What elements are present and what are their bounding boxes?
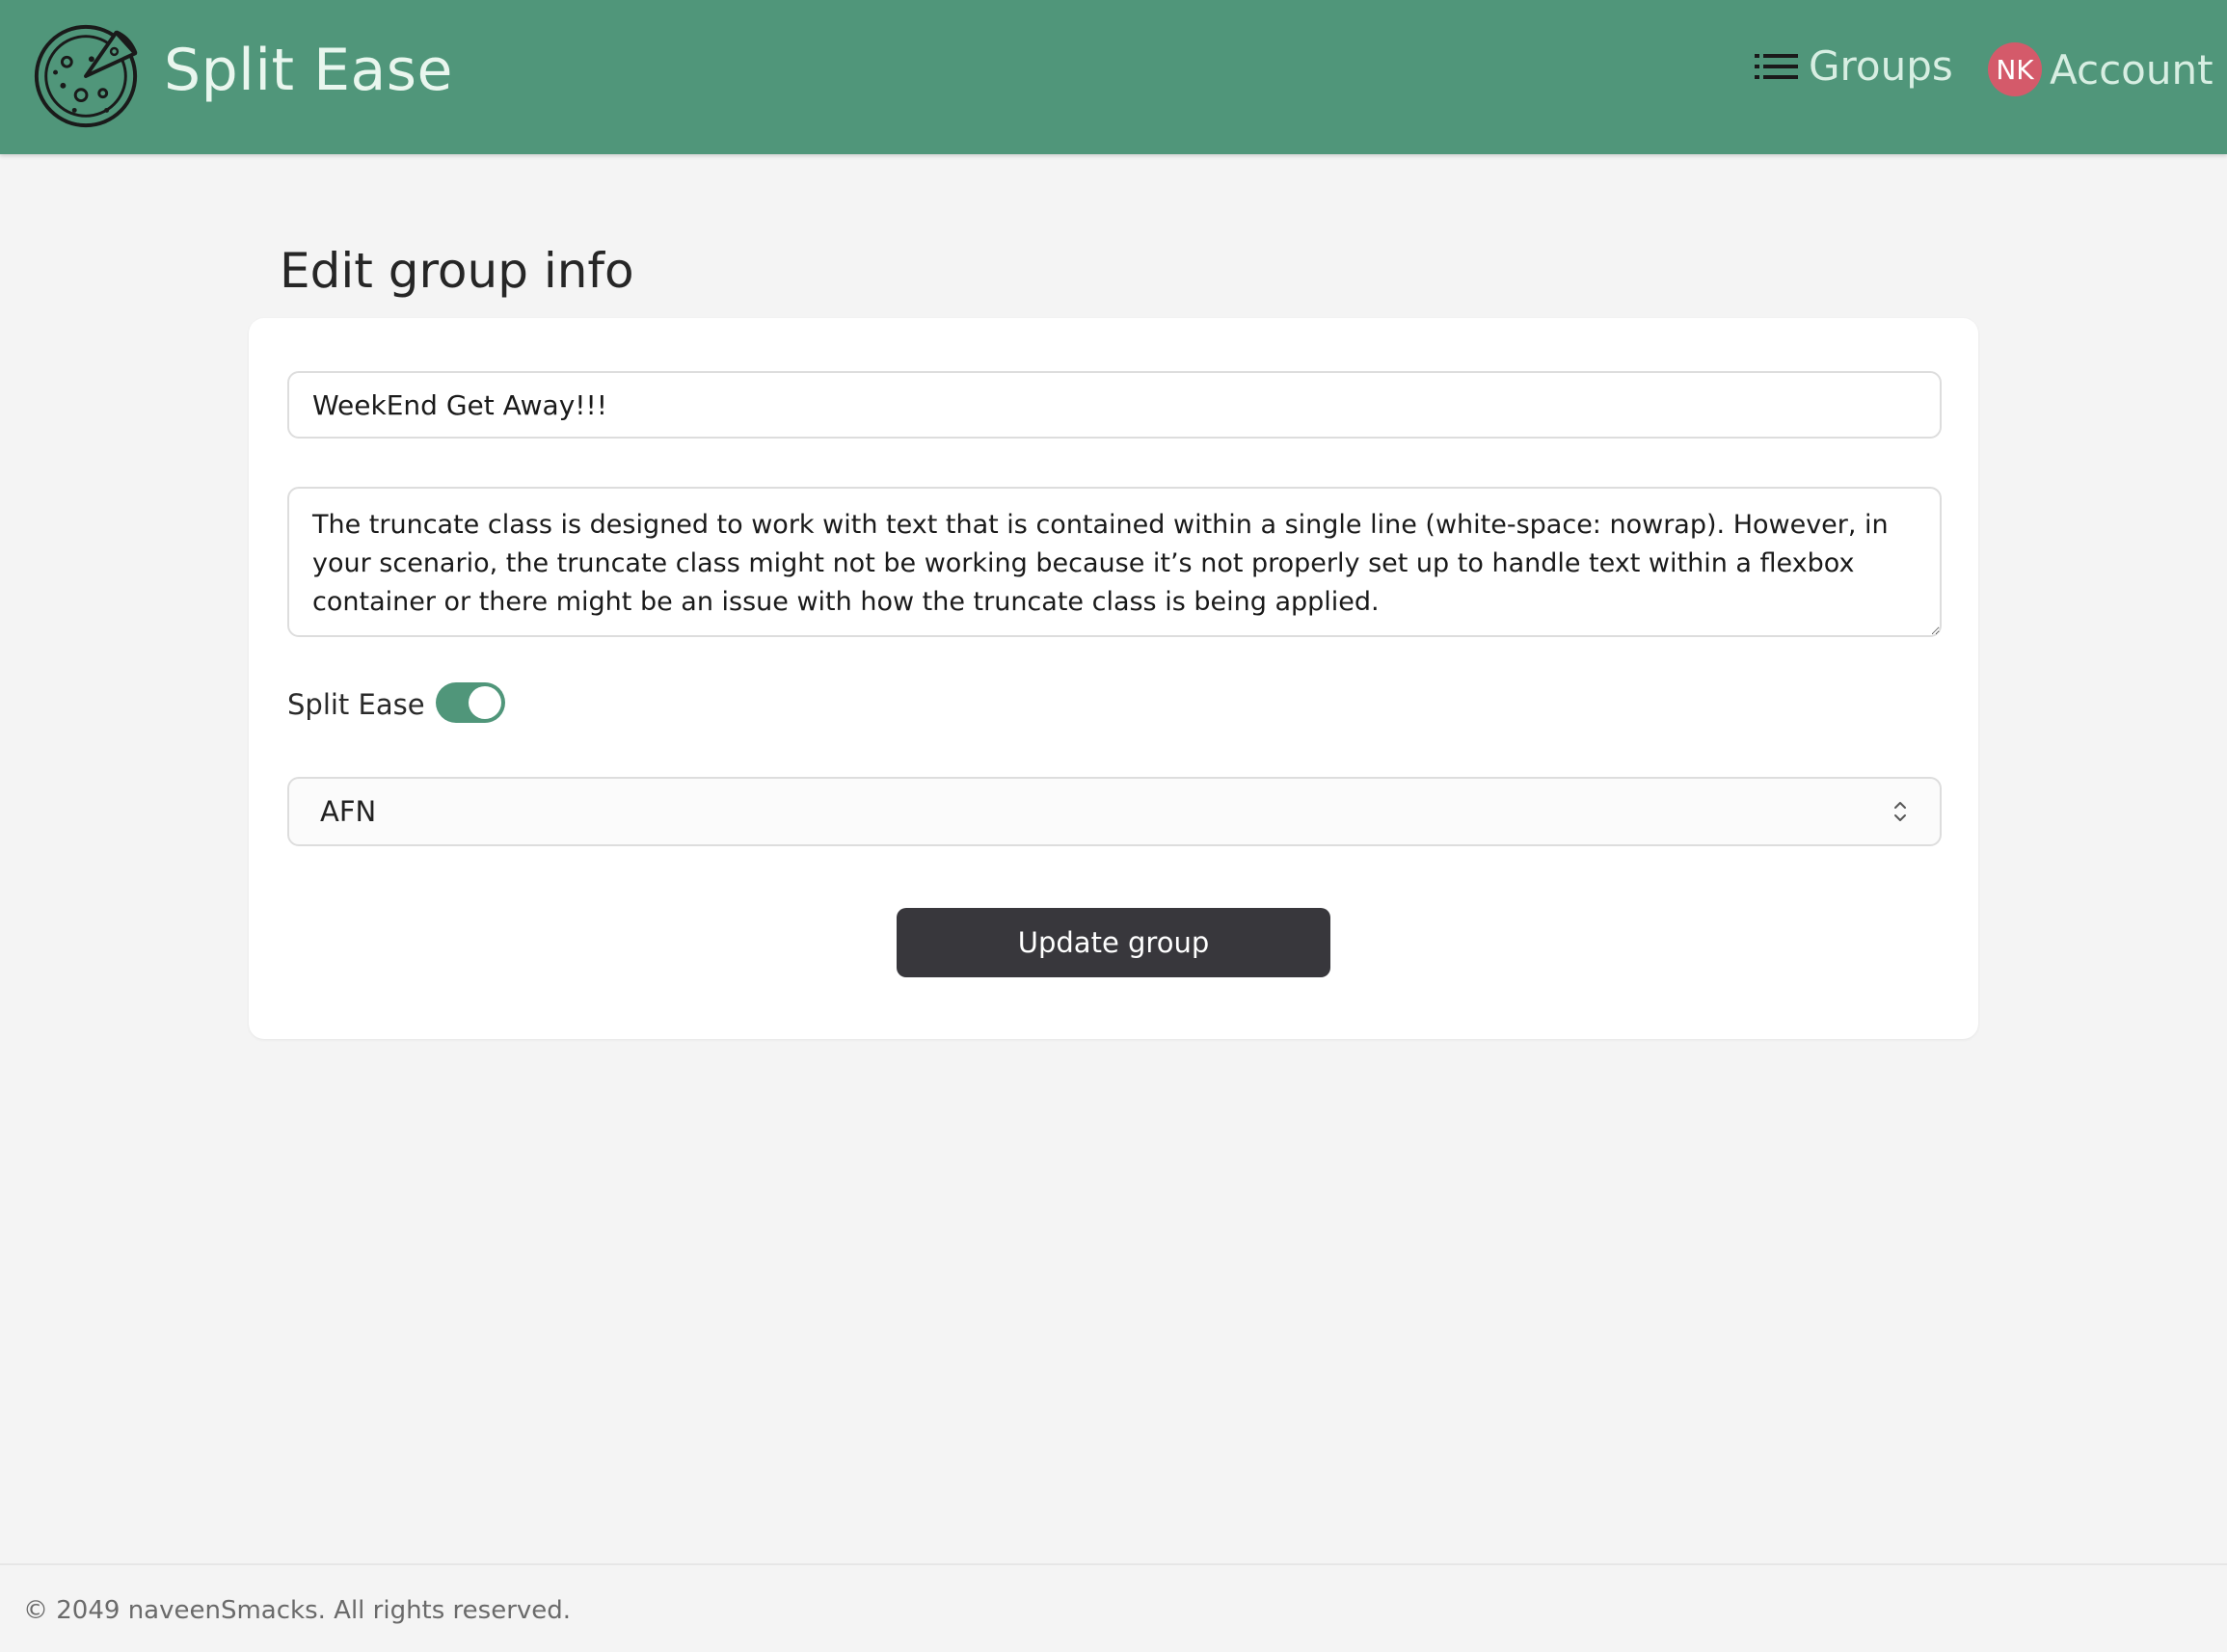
brand-name[interactable]: Split Ease xyxy=(164,37,453,104)
group-name-input[interactable] xyxy=(287,371,1942,439)
footer-divider xyxy=(0,1563,2227,1565)
nav-account-label: Account xyxy=(2050,45,2214,93)
currency-selected-value: AFN xyxy=(320,795,377,828)
update-group-button[interactable]: Update group xyxy=(897,908,1330,977)
split-ease-toggle[interactable] xyxy=(436,682,505,723)
avatar: NK xyxy=(1988,42,2042,96)
nav-groups-link[interactable]: Groups xyxy=(1755,42,1953,90)
currency-select[interactable]: AFN xyxy=(287,777,1942,846)
top-navbar: Split Ease Groups NK Account xyxy=(0,0,2227,154)
split-ease-toggle-label: Split Ease xyxy=(287,688,425,721)
footer-copyright: © 2049 naveenSmacks. All rights reserved… xyxy=(23,1596,572,1625)
page-title: Edit group info xyxy=(280,242,634,299)
edit-group-card: The truncate class is designed to work w… xyxy=(249,318,1978,1039)
toggle-knob xyxy=(469,686,501,719)
nav-account-link[interactable]: NK Account xyxy=(1988,42,2214,96)
nav-groups-label: Groups xyxy=(1809,42,1953,90)
list-icon xyxy=(1755,53,1798,79)
group-description-textarea[interactable]: The truncate class is designed to work w… xyxy=(287,487,1942,637)
pizza-icon[interactable] xyxy=(29,19,143,133)
chevron-updown-icon xyxy=(1894,802,1906,821)
